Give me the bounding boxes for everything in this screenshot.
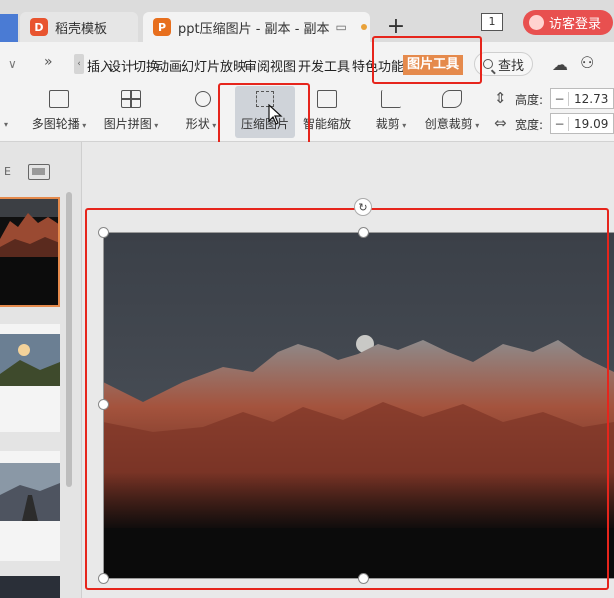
pane-tab-marker[interactable]: E <box>4 165 11 178</box>
resize-handle-top[interactable] <box>358 227 369 238</box>
scroll-tabs-left-icon[interactable]: ‹ <box>74 54 84 74</box>
title-tab-bar: D 稻壳模板 P ppt压缩图片 - 副本 - 副本 ▭ + 1 访客登录 <box>0 0 614 42</box>
resize-handle-bottom-left[interactable] <box>98 573 109 584</box>
avatar-icon <box>529 15 544 30</box>
menu-design[interactable]: 设计 <box>108 56 134 75</box>
smart-scale-icon <box>315 88 339 110</box>
unsaved-dot-icon <box>360 24 367 30</box>
menu-animations[interactable]: 动画 <box>156 56 182 75</box>
menu-special-features[interactable]: 特色功能 <box>352 56 404 75</box>
image-collage-button[interactable]: 图片拼图 ▾ <box>98 88 164 138</box>
monitor-icon: ▭ <box>335 20 347 34</box>
thumbnail-view-icon[interactable] <box>28 164 50 180</box>
new-tab-button[interactable]: + <box>386 14 406 39</box>
search-icon <box>483 59 493 69</box>
mountain-photo <box>103 232 614 578</box>
slide-thumbnail-4[interactable] <box>0 576 60 598</box>
find-button[interactable]: 查找 <box>474 52 534 76</box>
rotate-handle-icon[interactable]: ↻ <box>354 198 372 216</box>
shape-icon <box>189 88 213 110</box>
thumbnail-image <box>0 576 60 598</box>
width-field[interactable]: − 19.09 <box>550 113 614 134</box>
button-label: 多图轮播 <box>31 117 80 131</box>
mountain-thumbnail-image <box>0 199 58 305</box>
button-label: 图片拼图 <box>103 117 152 131</box>
tab-edge <box>0 14 18 42</box>
thumbnail-scrollbar[interactable] <box>66 192 72 487</box>
crop-icon <box>379 88 403 110</box>
visitor-login-button[interactable]: 访客登录 <box>523 10 613 35</box>
picture-tools-ribbon: ▾ 多图轮播 ▾ 图片拼图 ▾ 形状 ▾ 压缩图片 智能缩放 裁剪 ▾ 创意裁剪… <box>0 86 614 142</box>
double-chevron-icon[interactable]: » <box>44 54 53 70</box>
resize-handle-left[interactable] <box>98 399 109 410</box>
button-label: 形状 <box>185 117 210 131</box>
slide-thumbnail-1[interactable] <box>0 197 60 307</box>
add-user-icon[interactable]: ⚇ <box>580 53 594 72</box>
shape-button[interactable]: 形状 ▾ <box>180 88 222 138</box>
menu-review[interactable]: 审阅 <box>244 56 270 75</box>
decrease-width-button[interactable]: − <box>551 116 569 131</box>
tab-label: ppt压缩图片 - 副本 - 副本 <box>178 21 330 37</box>
landscape-thumbnail-image <box>0 324 60 432</box>
find-label: 查找 <box>498 58 525 74</box>
compress-image-button[interactable]: 压缩图片 <box>235 86 295 138</box>
page-indicator[interactable]: 1 <box>481 13 503 31</box>
docer-logo-icon: D <box>30 18 48 36</box>
chevron-down-icon[interactable]: ∨ <box>8 57 17 71</box>
resize-handle-bottom[interactable] <box>358 573 369 584</box>
button-label: 裁剪 <box>375 117 400 131</box>
menu-picture-tools[interactable]: 图片工具 <box>403 55 464 75</box>
mouse-pointer-icon <box>268 104 283 125</box>
height-value[interactable]: 12.73 <box>569 92 608 106</box>
width-label: 宽度: <box>515 118 544 132</box>
multi-image-carousel-button[interactable]: 多图轮播 ▾ <box>26 88 92 138</box>
button-label: 智能缩放 <box>302 117 351 131</box>
tab-current-document[interactable]: P ppt压缩图片 - 副本 - 副本 ▭ <box>143 12 370 42</box>
slide-thumbnail-2[interactable] <box>0 324 60 432</box>
menu-developer[interactable]: 开发工具 <box>298 56 350 75</box>
ppt-logo-icon: P <box>153 18 171 36</box>
menu-view[interactable]: 视图 <box>270 56 296 75</box>
height-field[interactable]: − 12.73 <box>550 88 614 109</box>
road-thumbnail-image <box>0 451 60 561</box>
smart-scale-button[interactable]: 智能缩放 <box>300 88 354 138</box>
carousel-icon <box>47 88 71 110</box>
height-label: 高度: <box>515 93 544 107</box>
height-icon: ⇕ <box>494 89 507 107</box>
visitor-login-label: 访客登录 <box>549 17 602 32</box>
width-value[interactable]: 19.09 <box>569 117 608 131</box>
cloud-sync-icon[interactable]: ☁ <box>552 55 568 74</box>
tab-docer-templates[interactable]: D 稻壳模板 <box>20 12 138 42</box>
selected-mountain-image[interactable] <box>103 232 614 578</box>
decrease-height-button[interactable]: − <box>551 91 569 106</box>
tab-label: 稻壳模板 <box>55 21 108 37</box>
width-icon: ⇔ <box>494 114 507 132</box>
dropdown-arrow-icon[interactable]: ▾ <box>4 120 8 129</box>
creative-crop-icon <box>440 88 464 110</box>
menu-bar: ∨ » ‹ 插入 设计 切换 动画 幻灯片放映 审阅 视图 开发工具 特色功能 … <box>0 42 614 86</box>
collage-icon <box>119 88 143 110</box>
resize-handle-top-left[interactable] <box>98 227 109 238</box>
button-label: 创意裁剪 <box>424 117 473 131</box>
menu-slideshow[interactable]: 幻灯片放映 <box>181 56 246 75</box>
creative-crop-button[interactable]: 创意裁剪 ▾ <box>420 88 484 138</box>
crop-button[interactable]: 裁剪 ▾ <box>371 88 411 138</box>
slide-thumbnail-3[interactable] <box>0 451 60 561</box>
